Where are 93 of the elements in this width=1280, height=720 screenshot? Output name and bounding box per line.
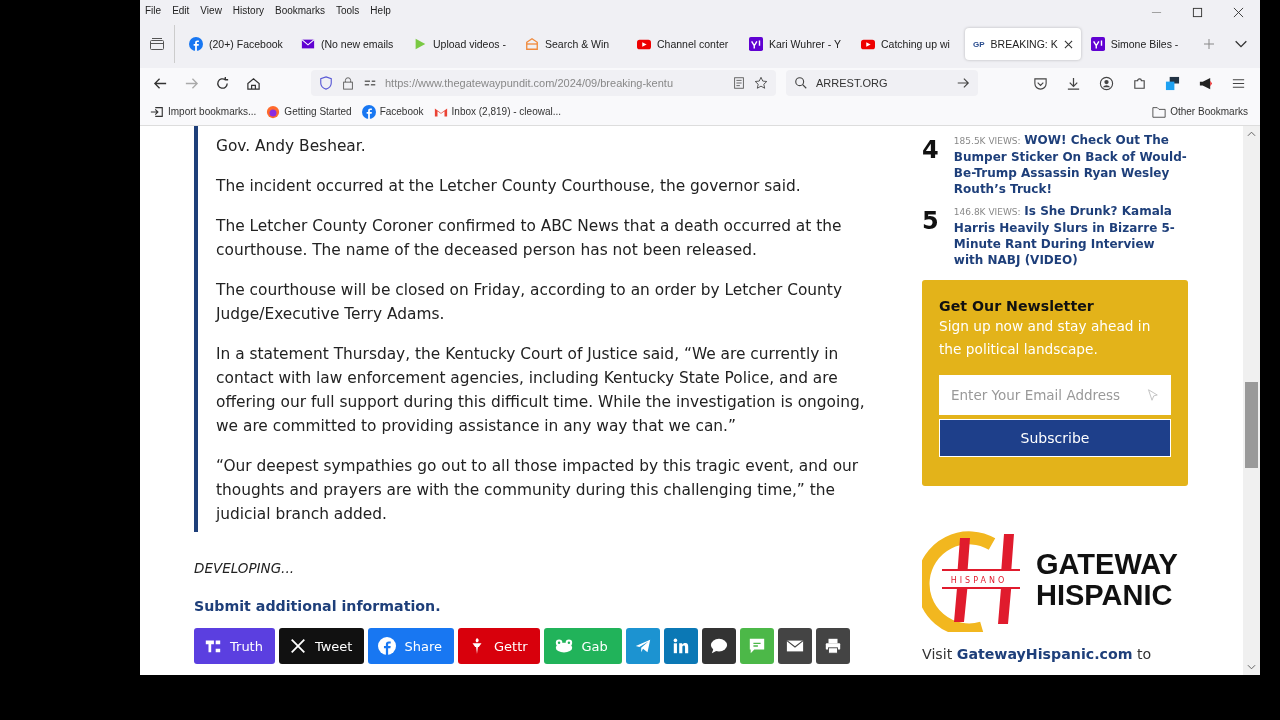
- facebook-icon: [361, 104, 376, 119]
- puzzle-icon[interactable]: [1132, 75, 1147, 91]
- folder-icon: [1152, 104, 1167, 119]
- menu-item[interactable]: File: [145, 4, 162, 16]
- browser-tab[interactable]: Simone Biles -: [1082, 28, 1193, 60]
- megaphone-icon[interactable]: [1198, 75, 1213, 91]
- printer-icon: [823, 637, 842, 655]
- facebook-icon: [378, 637, 397, 655]
- yahoo-icon: [749, 37, 763, 51]
- home-icon[interactable]: [246, 75, 261, 91]
- browser-tab[interactable]: (20+) Facebook: [181, 28, 291, 60]
- x-icon: [288, 637, 307, 655]
- menu-item[interactable]: Tools: [336, 4, 360, 16]
- share-button[interactable]: [815, 628, 850, 664]
- box-icon: [525, 37, 539, 51]
- browser-tab[interactable]: Channel conter: [629, 28, 739, 60]
- pocket-icon[interactable]: [1033, 75, 1048, 91]
- submit-link[interactable]: Submit additional information.: [194, 598, 441, 614]
- scroll-thumb[interactable]: [1245, 382, 1258, 468]
- bookmark-item[interactable]: Getting Started: [266, 104, 352, 119]
- lock-icon: [341, 76, 355, 90]
- close-icon[interactable]: [1233, 6, 1244, 18]
- star-icon[interactable]: [754, 76, 768, 90]
- browser-tab[interactable]: Search & Win: [517, 28, 627, 60]
- message-icon: [747, 637, 766, 655]
- article-paragraph: The courthouse will be closed on Friday, according to an order by Letcher County Judge/Executive Terry Adams.: [216, 280, 843, 325]
- logo-text: HISPANIC: [1036, 580, 1174, 611]
- play-icon: [413, 37, 427, 51]
- account-icon[interactable]: [1099, 75, 1114, 91]
- email-field[interactable]: Enter Your Email Address: [939, 375, 1171, 415]
- browser-tab[interactable]: (No new emails: [293, 28, 403, 60]
- browser-tab[interactable]: Catching up wi: [853, 28, 963, 60]
- logo-mark-drawing: HISPANO: [922, 528, 1026, 632]
- share-button[interactable]: Tweet: [278, 628, 365, 664]
- yahoo-icon: [1090, 37, 1105, 51]
- article-paragraph: The Letcher County Coroner confirmed to ABC News that a death occurred at the courthouse. The name of the deceased person has not been released.: [216, 216, 843, 261]
- promo-text: Visit GatewayHispanic.com to: [922, 646, 1153, 662]
- import-icon: [150, 104, 164, 119]
- subscribe-button[interactable]: Subscribe: [939, 419, 1171, 457]
- browser-tab[interactable]: Kari Wuhrer - Y: [741, 28, 851, 60]
- reload-icon[interactable]: [215, 75, 230, 91]
- search-field[interactable]: ARREST.ORG: [786, 70, 978, 96]
- bookmark-item[interactable]: Import bookmarks...: [150, 104, 257, 119]
- video-icon: [637, 37, 651, 51]
- facebook-icon: [189, 37, 203, 51]
- trending-link[interactable]: 185.5K VIEWS: WOW! Check Out The Bumper Sticker On Back of Would-Be-Trump Assassin Ryan Wesley Routh’s Truck!: [953, 132, 1188, 197]
- newsletter-text: Sign up now and stay ahead in the political landscape.: [939, 317, 1152, 359]
- share-button[interactable]: [777, 628, 812, 664]
- scrollbar[interactable]: [1243, 126, 1260, 675]
- frog-icon: [555, 637, 574, 655]
- site-icon: GP: [973, 39, 985, 49]
- article-paragraph: “Our deepest sympathies go out to all those impacted by this tragic event, and our thoughts and prayers are with the community during this challenging time,” the judicial branch added.: [216, 456, 860, 525]
- share-button[interactable]: Truth: [194, 628, 275, 664]
- menu-item[interactable]: Edit: [172, 4, 190, 16]
- trending-link[interactable]: 146.8K VIEWS: Is She Drunk? Kamala Harris Heavily Slurs in Bizarre 5-Minute Rant During Interview with NABJ (VIDEO): [953, 203, 1188, 268]
- tab-overview-icon[interactable]: [149, 36, 165, 52]
- reader-icon[interactable]: [732, 76, 746, 90]
- firefox-icon: [266, 104, 281, 119]
- autofill-icon: [1145, 388, 1159, 402]
- share-button[interactable]: [701, 628, 736, 664]
- scroll-up-icon[interactable]: [1247, 131, 1256, 137]
- menu-item[interactable]: Help: [370, 4, 391, 16]
- maximize-icon[interactable]: [1192, 6, 1203, 18]
- article-paragraph: In a statement Thursday, the Kentucky Court of Justice said, “We are currently in contact with law enforcement agencies, including Kentucky State Police, and are offering our full support during this difficult time. While the investigation is ongoing, we are committed to providing assistance in any way that we can.”: [216, 344, 866, 437]
- newsletter-title: Get Our Newsletter: [939, 298, 1095, 314]
- bookmark-folder[interactable]: Other Bookmarks: [1152, 104, 1248, 119]
- envelope-icon: [301, 37, 315, 51]
- video-icon: [861, 37, 875, 51]
- menu-item[interactable]: Bookmarks: [275, 4, 325, 16]
- article-paragraph: The incident occurred at the Letcher County Courthouse, the governor said.: [216, 176, 802, 197]
- rank-number: 4: [922, 136, 940, 166]
- browser-tab[interactable]: Upload videos -: [405, 28, 515, 60]
- article-paragraph: Gov. Andy Beshear.: [216, 136, 367, 157]
- extension-icon[interactable]: [1165, 75, 1180, 91]
- logo-text: GATEWAY: [1036, 549, 1178, 580]
- share-button[interactable]: Share: [368, 628, 454, 664]
- rank-number: 5: [922, 207, 940, 237]
- site-link[interactable]: GatewayHispanic.com: [956, 646, 1133, 662]
- menu-item[interactable]: View: [200, 4, 222, 16]
- scroll-down-icon[interactable]: [1247, 664, 1256, 670]
- bookmark-item[interactable]: Inbox (2,819) - cleowal...: [433, 104, 562, 119]
- close-icon[interactable]: [1063, 39, 1073, 49]
- browser-tab[interactable]: GP BREAKING: K: [965, 28, 1081, 60]
- download-icon[interactable]: [1066, 75, 1081, 91]
- arrow-right-icon[interactable]: [956, 76, 970, 90]
- speech-bubble-icon: [709, 637, 728, 655]
- share-button[interactable]: Gettr: [458, 628, 540, 664]
- bookmark-item[interactable]: Facebook: [361, 104, 424, 119]
- linkedin-icon: [671, 637, 690, 655]
- developing-note: DEVELOPING...: [194, 560, 295, 576]
- shield-icon: [319, 76, 333, 90]
- menu-item[interactable]: History: [232, 4, 264, 16]
- search-icon: [794, 76, 808, 90]
